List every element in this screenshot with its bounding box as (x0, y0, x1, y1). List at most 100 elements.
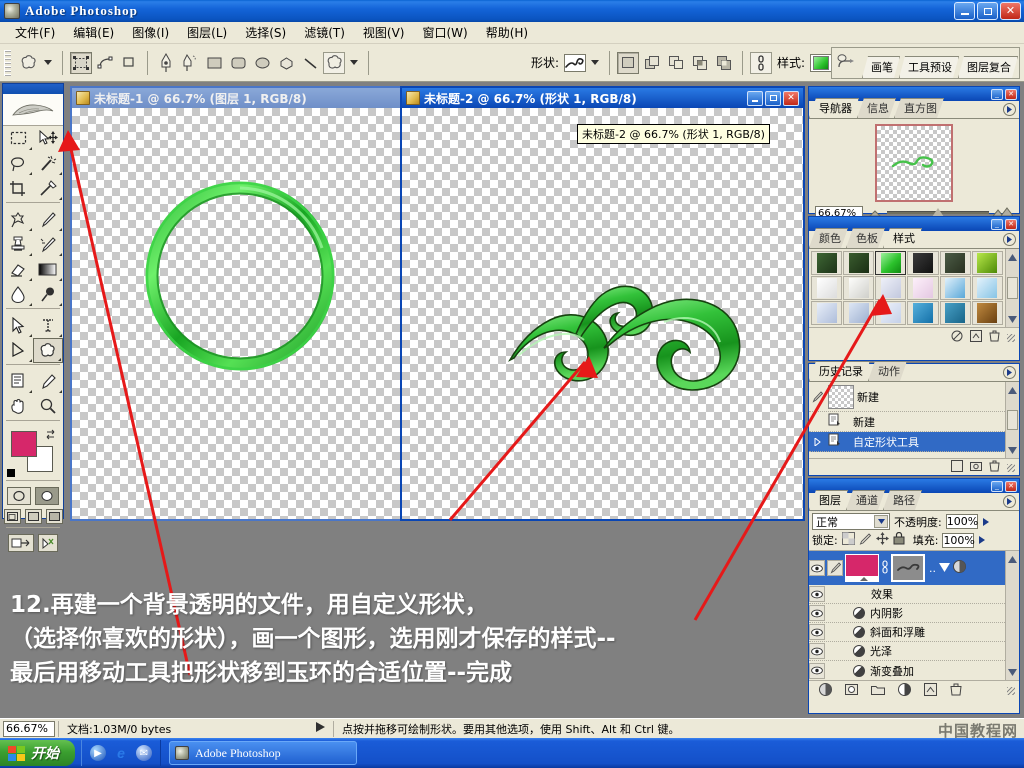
add-layer-style-icon[interactable] (819, 683, 832, 699)
layer-effect-row-inner-shadow[interactable]: 内阴影 (809, 604, 1005, 623)
style-swatch-selected[interactable] (875, 251, 907, 275)
add-to-shape-area-button[interactable] (641, 51, 664, 74)
fill-value[interactable]: 100% (942, 532, 975, 548)
history-expand-icon[interactable] (809, 437, 825, 446)
tool-preset-caret-icon[interactable] (44, 60, 52, 65)
layer-effect-row-bevel-emboss[interactable]: 斜面和浮雕 (809, 623, 1005, 642)
document-1-canvas[interactable] (72, 108, 408, 519)
delete-layer-icon[interactable] (950, 683, 962, 699)
layer-link-column[interactable] (827, 560, 843, 576)
polygon-tool-button[interactable] (275, 51, 297, 74)
eyedropper-tool-icon[interactable] (33, 369, 63, 394)
history-brush-tool-icon[interactable] (33, 232, 63, 257)
styles-close-button[interactable]: ✕ (1005, 218, 1017, 230)
history-state-row[interactable]: 新建 (809, 412, 1005, 432)
document-close-button[interactable]: ✕ (783, 90, 799, 106)
paths-mode-button[interactable] (94, 51, 116, 74)
layers-close-button[interactable]: ✕ (1005, 480, 1017, 492)
layers-palette-menu-icon[interactable] (1003, 495, 1016, 508)
style-swatch[interactable] (939, 276, 971, 300)
rectangular-marquee-tool-icon[interactable] (3, 126, 33, 151)
history-snapshot-row[interactable]: 新建 (809, 382, 1005, 412)
scroll-up-icon[interactable] (1008, 552, 1017, 566)
delete-state-icon[interactable] (989, 460, 1000, 475)
toolbox-drag-handle[interactable] (3, 84, 63, 94)
effect-visibility-icon[interactable] (809, 624, 825, 640)
document-2-title-bar[interactable]: 未标题-2 @ 66.7% (形状 1, RGB/8) ✕ (402, 88, 803, 108)
style-swatch[interactable] (971, 251, 1003, 275)
minimize-button[interactable] (954, 2, 975, 20)
lock-all-icon[interactable] (893, 531, 905, 548)
scroll-down-icon[interactable] (1008, 443, 1017, 457)
style-swatch[interactable] (971, 301, 1003, 325)
layer-effect-row-gradient-overlay[interactable]: 渐变叠加 (809, 661, 1005, 680)
shape-layers-mode-button[interactable] (70, 51, 92, 74)
default-colors-icon[interactable] (7, 469, 15, 477)
scroll-up-icon[interactable] (1008, 250, 1017, 264)
document-maximize-button[interactable] (765, 90, 781, 106)
styles-minimize-button[interactable]: _ (991, 218, 1003, 230)
status-menu-arrow-icon[interactable] (308, 722, 333, 735)
document-1-title-bar[interactable]: 未标题-1 @ 66.7% (图层 1, RGB/8) (72, 88, 408, 108)
scroll-up-icon[interactable] (1008, 383, 1017, 397)
palette-well-tab-tool-presets[interactable]: 工具预设 (899, 56, 959, 78)
maximize-button[interactable] (977, 2, 998, 20)
menu-help[interactable]: 帮助(H) (477, 22, 537, 43)
style-swatch[interactable] (971, 276, 1003, 300)
chevron-down-icon[interactable] (874, 515, 888, 528)
document-minimize-button[interactable] (747, 90, 763, 106)
custom-shape-tool-icon[interactable] (33, 338, 63, 363)
layer-effect-row-satin[interactable]: 光泽 (809, 642, 1005, 661)
tab-color[interactable]: 颜色 (809, 228, 848, 248)
path-selection-tool-icon[interactable] (3, 313, 33, 338)
menu-filter[interactable]: 滤镜(T) (295, 22, 354, 43)
style-swatch[interactable] (843, 276, 875, 300)
lock-position-icon[interactable] (875, 532, 889, 548)
new-layer-icon[interactable] (924, 683, 937, 699)
new-style-icon[interactable] (970, 330, 982, 345)
opacity-value[interactable]: 100% (945, 514, 978, 529)
status-document-info[interactable]: 文档:1.03M/0 bytes (58, 720, 308, 737)
tab-paths[interactable]: 路径 (883, 490, 922, 510)
layer-vector-mask-thumbnail[interactable] (891, 554, 925, 582)
style-swatch[interactable] (843, 251, 875, 275)
create-snapshot-icon[interactable] (970, 460, 982, 475)
lock-transparent-pixels-icon[interactable] (841, 532, 855, 548)
standard-mask-mode-icon[interactable] (7, 487, 31, 505)
rounded-rectangle-tool-button[interactable] (227, 51, 249, 74)
style-swatch[interactable] (939, 301, 971, 325)
new-group-icon[interactable] (871, 684, 885, 699)
style-swatch[interactable] (811, 276, 843, 300)
document-window-untitled-1[interactable]: 未标题-1 @ 66.7% (图层 1, RGB/8) (70, 86, 410, 521)
close-button[interactable]: ✕ (1000, 2, 1021, 20)
clear-style-icon[interactable] (951, 330, 963, 345)
media-player-icon[interactable]: ▶ (90, 745, 106, 761)
link-layers-icon[interactable] (750, 51, 773, 74)
effects-visibility-icon[interactable] (809, 586, 825, 602)
zoom-tool-icon[interactable] (33, 394, 63, 419)
style-swatch[interactable] (811, 301, 843, 325)
history-palette-menu-icon[interactable] (1003, 366, 1016, 379)
standard-screen-mode-icon[interactable] (3, 509, 21, 524)
rectangle-tool-button[interactable] (203, 51, 225, 74)
crop-tool-icon[interactable] (3, 176, 33, 201)
tab-histogram[interactable]: 直方图 (894, 98, 944, 118)
foreground-color-swatch[interactable] (11, 431, 37, 457)
quick-mask-mode-icon[interactable] (35, 487, 59, 505)
styles-scrollbar[interactable] (1005, 249, 1019, 327)
shape-tool-caret-icon[interactable] (350, 60, 358, 65)
gradient-tool-icon[interactable] (33, 257, 63, 282)
full-screen-with-menubar-icon[interactable] (24, 509, 42, 524)
menu-view[interactable]: 视图(V) (354, 22, 414, 43)
hand-tool-icon[interactable] (3, 394, 33, 419)
custom-shape-tool-button[interactable] (323, 51, 345, 74)
eraser-tool-icon[interactable] (3, 257, 33, 282)
effect-visibility-icon[interactable] (809, 605, 825, 621)
shape-picker-caret-icon[interactable] (591, 60, 600, 65)
style-swatch[interactable] (875, 276, 907, 300)
layers-minimize-button[interactable]: _ (991, 480, 1003, 492)
lock-image-pixels-icon[interactable] (859, 532, 872, 548)
options-bar-grip[interactable] (4, 49, 11, 76)
taskbar-item-photoshop[interactable]: Adobe Photoshop (169, 741, 357, 765)
style-swatch[interactable] (907, 251, 939, 275)
